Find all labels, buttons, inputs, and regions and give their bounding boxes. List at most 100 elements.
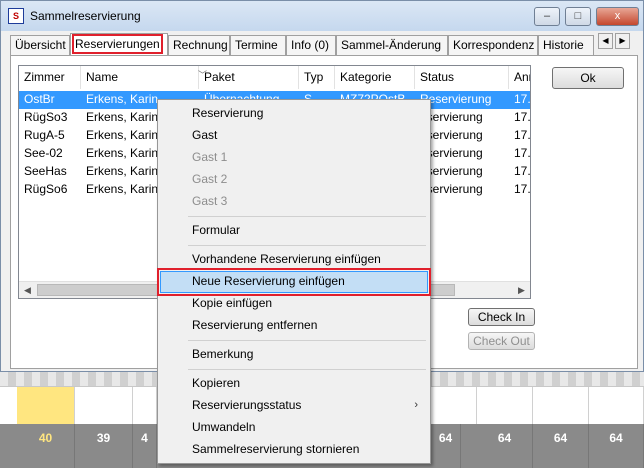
menu-item-gast-2[interactable]: Gast 2 [160, 169, 428, 191]
menu-item-reservierung-entfernen[interactable]: Reservierung entfernen [160, 315, 428, 337]
menu-item-label: Gast 2 [192, 172, 228, 186]
cell-name: Erkens, Karin, [86, 92, 162, 106]
tab-historie[interactable]: Historie [538, 35, 594, 55]
column-header-kategorie[interactable]: Kategorie [335, 66, 415, 89]
count-cell: 64 [533, 424, 589, 468]
column-header-anreise[interactable]: Anre [509, 66, 530, 89]
menu-item-gast-1[interactable]: Gast 1 [160, 147, 428, 169]
menu-item-label: Neue Reservierung einfügen [192, 274, 345, 288]
submenu-arrow-icon: › [414, 399, 418, 411]
menu-item-gast-3[interactable]: Gast 3 [160, 191, 428, 213]
tab-sammel-aenderung[interactable]: Sammel-Änderung [336, 35, 448, 55]
count-cell: 4 [133, 424, 157, 468]
cell-zimmer: RugA-5 [24, 128, 65, 142]
menu-separator [188, 216, 426, 217]
cell-zimmer: RügSo3 [24, 110, 68, 124]
menu-item-label: Formular [192, 223, 241, 237]
menu-item-label: Kopie einfügen [192, 296, 273, 310]
menu-item-vorhandene-reservierung-einfuegen[interactable]: Vorhandene Reservierung einfügen [160, 249, 428, 271]
tab-bar: Übersicht Reservierungen Rechnung Termin… [10, 33, 630, 55]
tab-info[interactable]: Info (0) [286, 35, 336, 55]
minimize-button[interactable]: – [534, 7, 560, 26]
menu-separator [188, 369, 426, 370]
menu-item-label: Reservierungsstatus [192, 398, 302, 412]
menu-separator [188, 340, 426, 341]
column-header-status[interactable]: Status [415, 66, 509, 89]
menu-item-label: Reservierung entfernen [192, 318, 318, 332]
app-icon: S [8, 8, 24, 24]
title-bar[interactable]: S Sammelreservierung – □ x [1, 1, 643, 31]
tab-reservierungen[interactable]: Reservierungen [70, 33, 168, 55]
cell-name: Erkens, Karin, [86, 110, 162, 124]
tab-korrespondenz[interactable]: Korrespondenz [448, 35, 538, 55]
cell-name: Erkens, Karin, [86, 128, 162, 142]
menu-separator [188, 245, 426, 246]
column-header-typ[interactable]: Typ [299, 66, 335, 89]
menu-item-sammelreservierung-stornieren[interactable]: Sammelreservierung stornieren [160, 439, 428, 461]
count-cell: 39 [75, 424, 133, 468]
calendar-cell-highlighted[interactable] [17, 387, 75, 425]
calendar-cell[interactable] [133, 387, 157, 425]
column-label: Name [86, 70, 119, 84]
tab-rechnung[interactable]: Rechnung [168, 35, 230, 55]
menu-item-label: Sammelreservierung stornieren [192, 442, 360, 456]
menu-item-neue-reservierung-einfuegen[interactable]: Neue Reservierung einfügen [157, 268, 431, 296]
scroll-left-icon[interactable]: ◀ [19, 282, 36, 298]
menu-item-label: Gast [192, 128, 218, 142]
cell-anreise: 17.0 [514, 164, 531, 178]
menu-item-label: Kopieren [192, 376, 241, 390]
menu-item-label: Vorhandene Reservierung einfügen [192, 252, 381, 266]
calendar-cell[interactable] [75, 387, 133, 425]
cell-name: Erkens, Karin, [86, 182, 162, 196]
cell-zimmer: See-02 [24, 146, 63, 160]
menu-item-label: Bemerkung [192, 347, 254, 361]
count-cell: 64 [589, 424, 644, 468]
column-header-name[interactable]: Name ﹀ [81, 66, 207, 89]
column-header-zimmer[interactable]: Zimmer [19, 66, 81, 89]
context-menu: Reservierung Gast Gast 1 Gast 2 Gast 3 Formul… [157, 99, 431, 464]
cell-anreise: 17.0 [514, 128, 531, 142]
count-cell: 64 [431, 424, 461, 468]
tab-scroll-left-button[interactable]: ◀ [598, 33, 613, 49]
menu-item-bemerkung[interactable]: Bemerkung [160, 344, 428, 366]
menu-item-kopie-einfuegen[interactable]: Kopie einfügen [160, 293, 428, 315]
tab-scroll-right-button[interactable]: ▶ [615, 33, 630, 49]
menu-item-reservierung[interactable]: Reservierung [160, 103, 428, 125]
calendar-cell[interactable] [589, 387, 644, 425]
column-header-paket[interactable]: Paket [199, 66, 299, 89]
calendar-cell[interactable] [431, 387, 477, 425]
cell-zimmer: SeeHas [24, 164, 67, 178]
menu-item-label: Reservierung [192, 106, 264, 120]
cell-zimmer: OstBr [24, 92, 55, 106]
count-cell: 64 [477, 424, 533, 468]
menu-item-reservierungsstatus[interactable]: Reservierungsstatus › [160, 395, 428, 417]
list-header: Zimmer Name ﹀ Paket Typ Kategorie Status … [19, 66, 530, 89]
check-in-button[interactable]: Check In [468, 308, 535, 326]
check-out-button[interactable]: Check Out [468, 332, 535, 350]
menu-item-label: Umwandeln [192, 420, 256, 434]
cell-anreise: 17.0 [514, 110, 531, 124]
ok-button[interactable]: Ok [552, 67, 624, 89]
menu-item-umwandeln[interactable]: Umwandeln [160, 417, 428, 439]
tab-label: Reservierungen [72, 34, 163, 54]
calendar-cell[interactable] [533, 387, 589, 425]
tab-uebersicht[interactable]: Übersicht [10, 35, 70, 55]
cell-name: Erkens, Karin, [86, 146, 162, 160]
menu-item-formular[interactable]: Formular [160, 220, 428, 242]
cell-zimmer: RügSo6 [24, 182, 68, 196]
scroll-right-icon[interactable]: ▶ [513, 282, 530, 298]
calendar-cell[interactable] [477, 387, 533, 425]
cell-anreise: 17.0 [514, 92, 531, 106]
menu-item-label: Gast 1 [192, 150, 228, 164]
cell-name: Erkens, Karin, [86, 164, 162, 178]
menu-item-kopieren[interactable]: Kopieren [160, 373, 428, 395]
cell-anreise: 17.0 [514, 146, 531, 160]
maximize-button[interactable]: □ [565, 7, 591, 26]
window-title: Sammelreservierung [30, 9, 141, 23]
tab-termine[interactable]: Termine [230, 35, 286, 55]
count-cell: 40 [17, 424, 75, 468]
cell-anreise: 17.0 [514, 182, 531, 196]
close-button[interactable]: x [596, 7, 639, 26]
menu-item-gast[interactable]: Gast [160, 125, 428, 147]
menu-item-label: Gast 3 [192, 194, 228, 208]
